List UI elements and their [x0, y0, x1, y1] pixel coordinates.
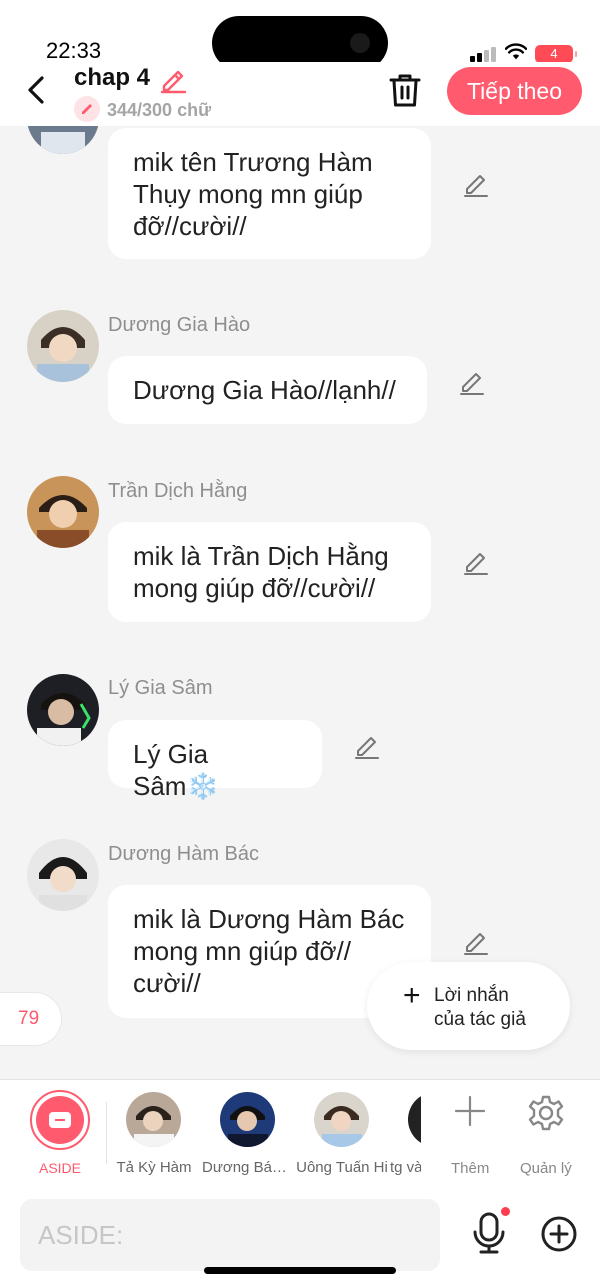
avatar	[220, 1092, 275, 1147]
word-count: 344/300 chữ	[107, 100, 212, 120]
aside-button[interactable]	[30, 1090, 90, 1150]
author-note-label: Lời nhắn của tác giả	[434, 985, 526, 1030]
home-indicator	[204, 1267, 396, 1274]
gear-icon	[528, 1095, 564, 1131]
character-selector-bar: ASIDE Tả Kỳ Hàm Dương Bác Văn Uông Tuấn …	[0, 1079, 600, 1189]
manage-label: Quản lý	[520, 1160, 572, 1177]
character-list[interactable]: Tả Kỳ Hàm Dương Bác Văn Uông Tuấn Hi tg …	[108, 1080, 421, 1190]
microphone-icon[interactable]	[470, 1211, 508, 1255]
divider	[106, 1102, 107, 1164]
avatar-tran-dich-hang[interactable]	[27, 476, 99, 548]
add-circle-icon[interactable]	[540, 1215, 578, 1253]
compose-bar	[0, 1189, 600, 1283]
character-name: Dương Bác Văn	[202, 1159, 294, 1176]
character-name: Trần Dịch Hằng	[108, 480, 248, 502]
character-name: tg vào	[390, 1159, 421, 1176]
message-count-badge[interactable]: 79	[0, 992, 62, 1046]
status-bar: 22:33 4	[0, 0, 600, 70]
word-count-pencil-icon	[74, 96, 100, 122]
avatar-duong-ham-bac[interactable]	[27, 839, 99, 911]
character-name: Dương Gia Hào	[108, 314, 251, 336]
notification-dot	[501, 1207, 510, 1216]
edit-title-icon[interactable]	[158, 64, 188, 94]
next-button[interactable]: Tiếp theo	[447, 67, 582, 115]
plus-icon	[454, 1095, 486, 1127]
avatar-ly-gia-sam[interactable]	[27, 674, 99, 746]
battery-indicator: 4	[535, 45, 577, 63]
edit-message-icon[interactable]	[462, 170, 490, 198]
editor-header: chap 4 344/300 chữ Tiếp theo	[0, 62, 600, 126]
wifi-icon	[505, 43, 527, 60]
chapter-title[interactable]: chap 4	[74, 64, 150, 92]
trash-icon[interactable]	[388, 72, 422, 108]
character-name: Tả Kỳ Hàm	[116, 1159, 192, 1176]
character-name: Lý Gia Sâm	[108, 677, 213, 699]
message-bubble[interactable]: Lý Gia Sâm❄️	[108, 720, 322, 801]
add-character-button[interactable]: Thêm	[445, 1092, 495, 1177]
author-note-button[interactable]: + Lời nhắn của tác giả	[367, 962, 570, 1050]
edit-message-icon[interactable]	[462, 928, 490, 956]
manage-button[interactable]: Quản lý	[518, 1092, 574, 1177]
add-label: Thêm	[451, 1160, 490, 1177]
back-button[interactable]	[22, 70, 52, 110]
character-name: Dương Hàm Bác	[108, 843, 259, 865]
character-name: Uông Tuấn Hi	[296, 1159, 388, 1176]
message-bubble[interactable]: Dương Gia Hào//lạnh//	[108, 356, 427, 424]
avatar	[408, 1092, 421, 1147]
plus-icon: +	[403, 979, 421, 1012]
aside-label: ASIDE	[38, 1160, 81, 1176]
message-bubble[interactable]: mik là Trần Dịch Hằng mong giúp đỡ//cười…	[108, 522, 431, 622]
avatar-duong-gia-hao[interactable]	[27, 310, 99, 382]
message-input[interactable]	[20, 1199, 440, 1271]
status-time: 22:33	[46, 38, 102, 63]
message-bubble[interactable]: mik tên Trương Hàm Thụy mong mn giúp đỡ/…	[108, 128, 431, 259]
avatar	[126, 1092, 181, 1147]
aside-icon	[49, 1112, 71, 1128]
edit-message-icon[interactable]	[458, 368, 486, 396]
signal-icon	[470, 44, 500, 62]
avatar	[314, 1092, 369, 1147]
edit-message-icon[interactable]	[353, 732, 381, 760]
edit-message-icon[interactable]	[462, 548, 490, 576]
